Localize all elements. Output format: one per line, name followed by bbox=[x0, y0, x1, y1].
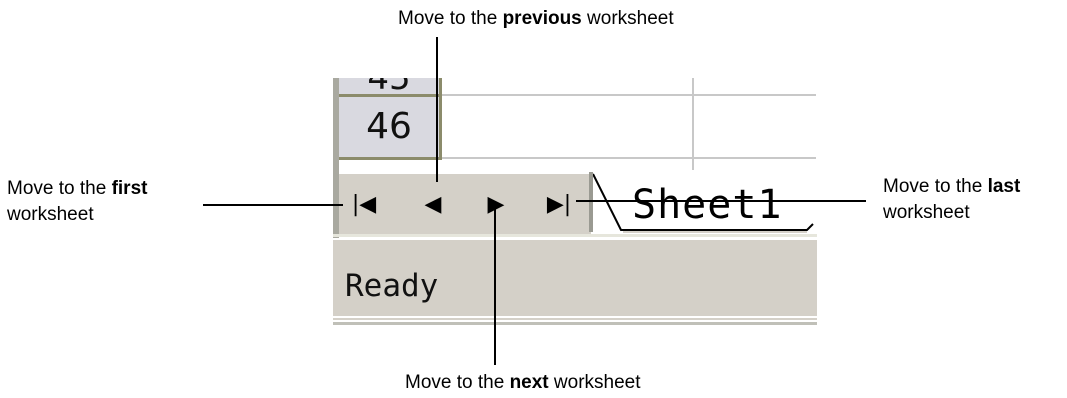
status-bar-bottom-edge bbox=[333, 322, 817, 325]
status-bar-bottom-edge bbox=[333, 318, 817, 320]
row-number: 46 bbox=[366, 106, 412, 147]
row-divider bbox=[339, 157, 442, 160]
tab-sheet1[interactable]: Sheet1 bbox=[632, 180, 783, 230]
status-text: Ready bbox=[345, 268, 439, 304]
callout-line-first bbox=[203, 204, 343, 206]
cell[interactable] bbox=[694, 97, 816, 157]
last-sheet-button[interactable]: ▶| bbox=[540, 176, 578, 232]
previous-sheet-button[interactable]: ◀ bbox=[414, 176, 452, 232]
callout-first: Move to the first worksheet bbox=[7, 178, 148, 225]
tab-bar-bottom-edge bbox=[333, 234, 817, 237]
previous-sheet-icon: ◀ bbox=[424, 191, 442, 217]
callout-last: Move to the last worksheet bbox=[883, 176, 1021, 223]
cell[interactable] bbox=[442, 97, 692, 157]
gridline bbox=[442, 94, 816, 96]
first-sheet-button[interactable]: |◀ bbox=[345, 176, 383, 232]
callout-line-previous bbox=[436, 37, 438, 182]
last-sheet-icon: ▶| bbox=[546, 191, 572, 217]
callout-next: Move to the next worksheet bbox=[405, 372, 641, 393]
row-header-46[interactable]: 46 bbox=[339, 97, 439, 157]
callout-previous: Move to the previous worksheet bbox=[398, 8, 674, 29]
first-sheet-icon: |◀ bbox=[351, 191, 377, 217]
callout-line-next bbox=[494, 208, 496, 365]
next-sheet-button[interactable]: ▶ bbox=[477, 176, 515, 232]
gridline bbox=[442, 157, 816, 159]
callout-line-last bbox=[576, 200, 866, 202]
